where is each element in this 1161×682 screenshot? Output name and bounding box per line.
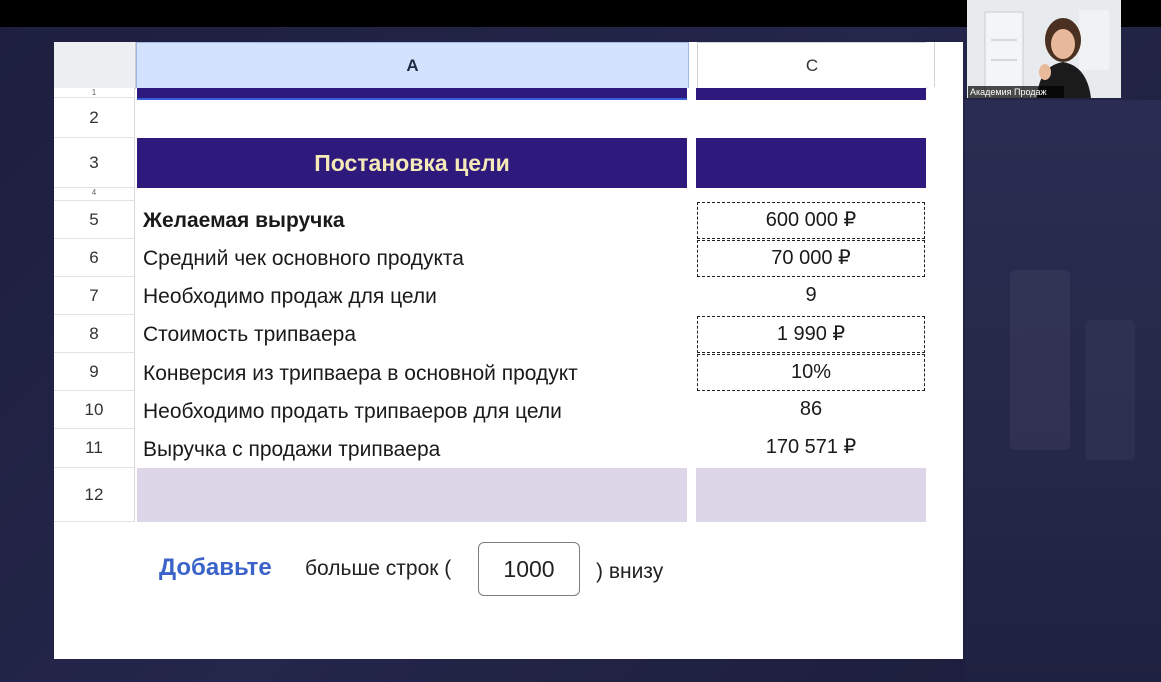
cell-value-avg-check[interactable]: 70 000 ₽ bbox=[697, 240, 925, 277]
row-header-1[interactable]: 1 bbox=[54, 88, 135, 98]
cell-label-avg-check[interactable]: Средний чек основного продукта bbox=[143, 247, 464, 271]
select-all-corner[interactable] bbox=[54, 42, 136, 89]
column-header-d[interactable] bbox=[926, 42, 935, 87]
row-header-2[interactable]: 2 bbox=[54, 98, 135, 138]
participant-name-label: Академия Продаж bbox=[968, 86, 1064, 98]
row-header-3[interactable]: 3 bbox=[54, 138, 135, 188]
add-rows-count-input[interactable]: 1000 bbox=[478, 542, 580, 596]
cell-label-tripwire-revenue[interactable]: Выручка с продажи трипваера bbox=[143, 438, 440, 462]
cell-value-sales-needed[interactable]: 9 bbox=[697, 278, 925, 315]
spreadsheet: A C 1 2 3 Постановка цели 4 5 Желаемая в… bbox=[54, 42, 963, 659]
row12-band-c[interactable] bbox=[696, 468, 926, 522]
row-header-11[interactable]: 11 bbox=[54, 429, 135, 468]
cell-label-revenue-goal[interactable]: Желаемая выручка bbox=[143, 209, 345, 233]
add-rows-button[interactable]: Добавьте bbox=[159, 554, 272, 582]
row-header-8[interactable]: 8 bbox=[54, 315, 135, 353]
row-header-4[interactable]: 4 bbox=[54, 188, 135, 201]
cell-value-tripwire-price[interactable]: 1 990 ₽ bbox=[697, 316, 925, 353]
cell-label-tripwire-price[interactable]: Стоимость трипваера bbox=[143, 323, 356, 347]
goal-title-cell[interactable]: Постановка цели bbox=[137, 138, 687, 188]
cell-label-tripwires-needed[interactable]: Необходимо продать трипваеров для цели bbox=[143, 400, 562, 424]
cell-value-revenue-goal[interactable]: 600 000 ₽ bbox=[697, 202, 925, 239]
row12-band-a[interactable] bbox=[137, 468, 687, 522]
cell-label-conversion[interactable]: Конверсия из трипваера в основной продук… bbox=[143, 362, 578, 386]
add-rows-text-after: ) внизу bbox=[596, 560, 664, 583]
cell-value-tripwires-needed[interactable]: 86 bbox=[697, 392, 925, 429]
participant-video-image bbox=[967, 0, 1121, 98]
row-header-9[interactable]: 9 bbox=[54, 353, 135, 391]
row-header-12[interactable]: 12 bbox=[54, 468, 135, 522]
row-header-7[interactable]: 7 bbox=[54, 277, 135, 315]
row-header-6[interactable]: 6 bbox=[54, 239, 135, 277]
background-blur-shape bbox=[1085, 320, 1135, 460]
background-blur-shape bbox=[1010, 270, 1070, 450]
cell-label-sales-needed[interactable]: Необходимо продаж для цели bbox=[143, 285, 437, 309]
row-header-5[interactable]: 5 bbox=[54, 201, 135, 239]
column-header-c[interactable]: C bbox=[697, 42, 927, 89]
goal-title-cell-c[interactable] bbox=[696, 138, 926, 188]
cell-value-conversion[interactable]: 10% bbox=[697, 354, 925, 391]
background-panel bbox=[965, 100, 1161, 682]
add-rows-text-before: больше строк ( bbox=[305, 557, 452, 580]
row1-band-a[interactable] bbox=[137, 88, 687, 100]
participant-video bbox=[967, 0, 1121, 98]
cell-value-tripwire-revenue[interactable]: 170 571 ₽ bbox=[697, 430, 925, 467]
column-header-a[interactable]: A bbox=[136, 42, 689, 88]
row1-band-c[interactable] bbox=[696, 88, 926, 100]
row-header-10[interactable]: 10 bbox=[54, 391, 135, 429]
